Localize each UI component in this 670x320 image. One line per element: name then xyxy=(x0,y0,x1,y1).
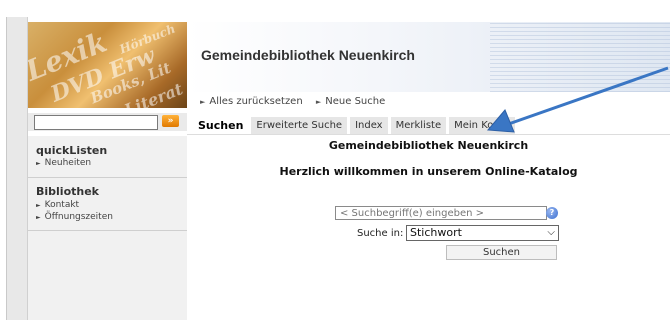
annotation-arrow xyxy=(486,66,669,133)
annotation-arrow-shaft xyxy=(499,66,669,129)
annotation-arrowhead xyxy=(486,109,515,133)
